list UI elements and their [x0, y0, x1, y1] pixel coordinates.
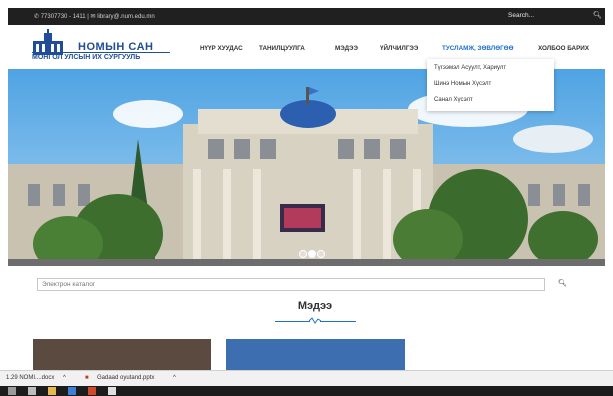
carousel-dot-2[interactable]	[308, 250, 316, 258]
dropdown-item-feedback[interactable]: Санал Хүсэлт	[434, 97, 473, 103]
nav-help[interactable]: ТУСЛАМЖ, ЗӨВЛӨГӨӨ	[442, 45, 513, 52]
download-bar: 1.29 NOMI....docx ^ ■ Gadaad oyutand.ppt…	[0, 370, 613, 387]
nav-news[interactable]: МЭДЭЭ	[335, 45, 358, 52]
file-explorer-icon[interactable]	[48, 387, 56, 395]
task-view-icon[interactable]	[28, 387, 36, 395]
download-chevron-1[interactable]: ^	[63, 375, 66, 381]
start-icon[interactable]	[8, 387, 16, 395]
catalog-search-input[interactable]	[37, 278, 545, 291]
brand-subtitle: МОНГОЛ УЛСЫН ИХ СУРГУУЛЬ	[32, 54, 141, 61]
header-search-input[interactable]: Search...	[508, 12, 534, 19]
nav-about[interactable]: ТАНИЛЦУУЛГА	[259, 45, 305, 52]
nav-services[interactable]: ҮЙЛЧИЛГЭЭ	[380, 45, 418, 52]
carousel-dot-1[interactable]	[299, 250, 307, 258]
news-heading: Мэдээ	[297, 300, 333, 312]
download-item-name: 1.29 NOMI....docx	[6, 375, 55, 381]
heading-underline-right	[320, 321, 356, 322]
top-contact-bar: ✆ 77307730 - 1411 | ✉ library@.num.edu.m…	[8, 8, 605, 25]
contact-info: ✆ 77307730 - 1411 | ✉ library@.num.edu.m…	[34, 14, 155, 20]
word-app-icon[interactable]	[68, 387, 76, 395]
powerpoint-app-icon[interactable]	[88, 387, 96, 395]
heading-underline-left	[275, 321, 310, 322]
dropdown-item-faq[interactable]: Түгээмэл Асуулт, Хариулт	[434, 65, 506, 71]
search-icon[interactable]: 🔍︎	[593, 11, 602, 19]
brand-divider	[32, 52, 170, 53]
news-card-image-2[interactable]	[226, 339, 405, 370]
download-item-docx[interactable]: 1.29 NOMI....docx	[6, 375, 54, 381]
windows-taskbar	[0, 386, 613, 396]
carousel-dot-3[interactable]	[317, 250, 325, 258]
download-item-pptx[interactable]: Gadaad oyutand.pptx	[97, 375, 154, 381]
download-chevron-2[interactable]: ^	[173, 375, 176, 381]
help-dropdown-menu: Түгээмэл Асуулт, Хариулт Шинэ Номын Хүсэ…	[427, 59, 554, 111]
nav-home[interactable]: НҮҮР ХУУДАС	[200, 45, 243, 52]
browser-app-icon[interactable]	[108, 387, 116, 395]
download-item-name: Gadaad oyutand.pptx	[97, 375, 155, 381]
nav-contact[interactable]: ХОЛБОО БАРИХ	[538, 45, 589, 52]
powerpoint-file-icon: ■	[85, 375, 89, 381]
news-card-image-1[interactable]	[33, 339, 211, 370]
dropdown-item-book-request[interactable]: Шинэ Номын Хүсэлт	[434, 81, 491, 87]
catalog-search-button[interactable]: 🔍︎	[558, 279, 567, 287]
